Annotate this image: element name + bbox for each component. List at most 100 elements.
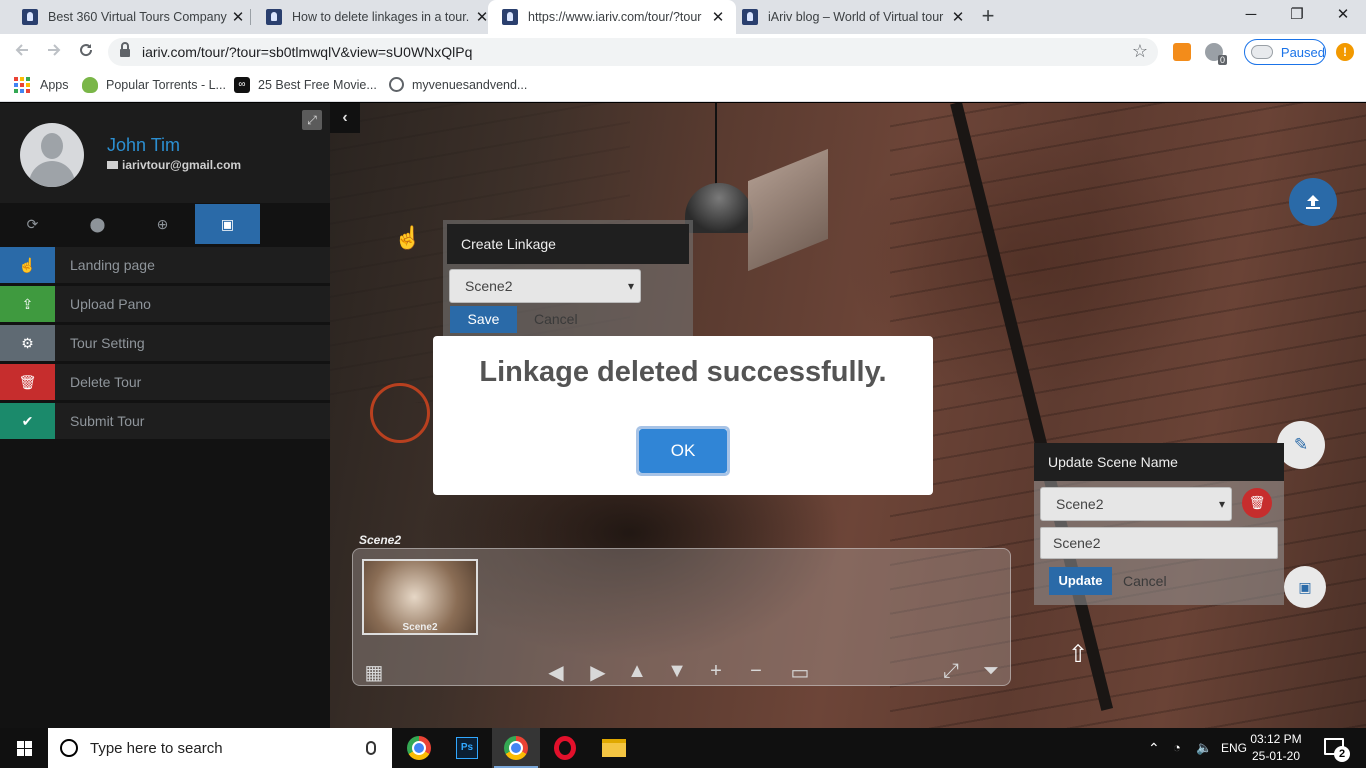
bookmark-label: Popular Torrents - L... xyxy=(106,78,226,92)
bookmark-star-icon[interactable]: ☆ xyxy=(1132,41,1148,62)
collapse-strip-icon[interactable]: ⏷ xyxy=(978,660,1004,683)
cancel-button[interactable]: Cancel xyxy=(1123,567,1167,595)
sidebar-item-tour-setting[interactable]: ⚙ Tour Setting xyxy=(0,325,330,361)
back-button[interactable] xyxy=(10,40,34,64)
bookmark-free-movies[interactable]: ∞ 25 Best Free Movie... xyxy=(234,77,377,93)
restore-button[interactable]: ❐ xyxy=(1274,0,1320,30)
tab-zoom[interactable]: ⊕ xyxy=(130,204,195,244)
back-arrow-icon xyxy=(15,44,28,56)
browser-tab[interactable]: How to delete linkages in a tour. ✕ xyxy=(252,0,500,34)
opera-taskbar-app[interactable] xyxy=(541,728,589,768)
sidebar-item-label: Submit Tour xyxy=(70,413,145,429)
minimize-button[interactable]: ─ xyxy=(1228,0,1274,30)
cancel-button[interactable]: Cancel xyxy=(534,306,578,333)
scene-select[interactable]: Scene2 xyxy=(1040,487,1232,521)
ok-button[interactable]: OK xyxy=(636,426,730,476)
sidebar-item-submit-tour[interactable]: ✔ Submit Tour xyxy=(0,403,330,439)
tab-title: Best 360 Virtual Tours Company f xyxy=(48,10,230,24)
shopping-bag-extension-icon[interactable] xyxy=(1173,43,1191,61)
chrome-icon xyxy=(407,736,431,760)
tour-editor-page: John Tim iarivtour@gmail.com ⤢ ⟳ ⬤ ⊕ ▣ ☝… xyxy=(0,103,1366,728)
zoom-in-icon: ⊕ xyxy=(156,215,169,232)
image-button[interactable]: ▣ xyxy=(1284,566,1326,608)
windows-logo-icon xyxy=(16,740,32,756)
site-favicon-icon xyxy=(22,9,38,25)
address-bar[interactable]: iariv.com/tour/?tour=sb0tlmwqlV&view=sU0… xyxy=(108,38,1158,66)
grid-view-icon[interactable]: ▦ xyxy=(361,660,387,685)
browser-alert-icon[interactable]: ! xyxy=(1336,43,1354,61)
system-clock[interactable]: 03:12 PM 25-01-20 xyxy=(1244,731,1308,765)
tab-scenes[interactable]: ▣ xyxy=(195,204,260,244)
profile-paused-button[interactable]: Paused xyxy=(1244,39,1326,65)
infinity-icon: ∞ xyxy=(234,77,250,93)
fullscreen-icon[interactable]: ⤢ xyxy=(938,660,964,683)
bookmark-apps[interactable]: Apps xyxy=(14,77,69,93)
tab-rotate[interactable]: ⟳ xyxy=(0,204,65,244)
bookmark-popular-torrents[interactable]: Popular Torrents - L... xyxy=(82,77,226,93)
show-hidden-icons-chevron-icon[interactable]: ⌃ xyxy=(1148,728,1160,768)
pan-down-icon[interactable]: ▼ xyxy=(664,660,690,683)
photoshop-taskbar-app[interactable]: Ps xyxy=(443,728,491,768)
new-tab-button[interactable]: + xyxy=(976,4,1000,28)
linkage-scene-select[interactable]: Scene2 xyxy=(449,269,641,303)
upload-icon: ⇪ xyxy=(0,286,55,322)
tab-close-icon[interactable]: ✕ xyxy=(230,8,246,26)
opera-icon xyxy=(554,736,576,760)
update-button[interactable]: Update xyxy=(1049,567,1112,595)
wifi-icon[interactable]: ◔ xyxy=(1173,728,1181,768)
zoom-out-icon[interactable]: − xyxy=(743,660,769,683)
photoshop-icon: Ps xyxy=(456,737,478,759)
pan-right-icon[interactable]: ▶ xyxy=(585,660,611,685)
cortana-circle-icon xyxy=(60,739,78,757)
update-scene-title: Update Scene Name xyxy=(1034,443,1284,481)
navigation-arrow-icon[interactable]: ⇧ xyxy=(1068,640,1088,669)
vr-headset-icon[interactable]: ▭ xyxy=(782,660,818,685)
pencil-icon: ✎ xyxy=(1293,435,1309,454)
map-marker-icon: ⬤ xyxy=(89,215,106,232)
upload-fab-button[interactable] xyxy=(1289,178,1337,226)
reload-button[interactable] xyxy=(74,40,98,64)
tab-close-icon[interactable]: ✕ xyxy=(710,8,726,26)
collapse-sidebar-button[interactable]: ‹ xyxy=(330,103,360,133)
user-name[interactable]: John Tim xyxy=(107,135,180,156)
tab-hotspot[interactable]: ⬤ xyxy=(65,204,130,244)
chrome-taskbar-app[interactable] xyxy=(395,728,443,768)
dialog-message: Linkage deleted successfully. xyxy=(479,356,887,388)
zoom-in-icon[interactable]: + xyxy=(703,660,729,683)
browser-tab-active[interactable]: https://www.iariv.com/tour/?tour ✕ xyxy=(488,0,736,34)
air-conditioner xyxy=(748,148,828,272)
sidebar-item-upload-pano[interactable]: ⇪ Upload Pano xyxy=(0,286,330,322)
search-placeholder: Type here to search xyxy=(90,739,223,757)
notification-badge: 2 xyxy=(1334,746,1350,762)
close-window-button[interactable]: ✕ xyxy=(1320,0,1366,30)
chrome-active-taskbar-app[interactable] xyxy=(492,728,540,768)
browser-tab[interactable]: iAriv blog – World of Virtual tour ✕ xyxy=(728,0,976,34)
start-button[interactable] xyxy=(0,728,48,768)
delete-scene-button[interactable]: 🗑 xyxy=(1242,488,1272,518)
reload-icon xyxy=(80,44,93,57)
save-button[interactable]: Save xyxy=(450,306,517,333)
sidebar-item-landing-page[interactable]: ☝ Landing page xyxy=(0,247,330,283)
sidebar-item-label: Upload Pano xyxy=(70,296,151,312)
taskbar-search[interactable]: Type here to search xyxy=(48,728,392,768)
file-explorer-taskbar-app[interactable] xyxy=(590,728,638,768)
edit-scene-button[interactable]: ✎ xyxy=(1277,421,1325,469)
pan-left-icon[interactable]: ◀ xyxy=(543,660,569,685)
clock-time: 03:12 PM xyxy=(1250,732,1302,746)
bookmark-myvenues[interactable]: myvenuesandvend... xyxy=(389,77,527,92)
microphone-icon[interactable] xyxy=(366,741,376,755)
create-linkage-panel: Create Linkage Scene2 Save Cancel xyxy=(443,220,693,336)
site-favicon-icon xyxy=(742,9,758,25)
pendant-lamp xyxy=(685,183,753,233)
url-text[interactable]: iariv.com/tour/?tour=sb0tlmwqlV&view=sU0… xyxy=(142,44,472,60)
expand-icon[interactable]: ⤢ xyxy=(302,110,322,130)
forward-button[interactable] xyxy=(42,40,66,64)
speaker-muted-icon[interactable]: 🔈 xyxy=(1196,728,1212,768)
browser-tab[interactable]: Best 360 Virtual Tours Company f ✕ xyxy=(8,0,256,34)
hotspot-ring[interactable] xyxy=(370,383,430,443)
scene-name-input[interactable]: Scene2 xyxy=(1040,527,1278,559)
tab-close-icon[interactable]: ✕ xyxy=(950,8,966,26)
extension-icon[interactable]: 0 xyxy=(1205,43,1227,65)
pan-up-icon[interactable]: ▲ xyxy=(624,660,650,683)
sidebar-item-delete-tour[interactable]: 🗑 Delete Tour xyxy=(0,364,330,400)
